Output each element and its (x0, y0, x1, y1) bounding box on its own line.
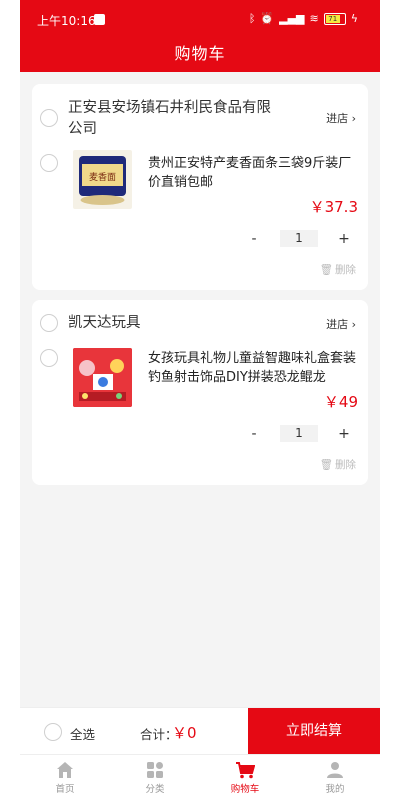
shop-checkbox[interactable] (40, 109, 58, 127)
delete-button[interactable]: 🗑 删除 (320, 457, 356, 472)
cart-icon (236, 762, 255, 779)
product-checkbox[interactable] (40, 349, 58, 367)
delete-label: 删除 (335, 264, 356, 276)
product-image-text: 麦香面 (89, 171, 116, 183)
product-price: ￥49 (323, 393, 358, 411)
decrease-button[interactable]: - (244, 231, 264, 247)
tab-bar: 首页 分类 购物车 我的 (20, 754, 380, 800)
shop-card: 正安县安场镇石井利民食品有限公司 进店 › 麦香面 贵州正安特产麦香面条三袋9斤… (32, 84, 368, 290)
charging-icon: ϟ (350, 12, 358, 25)
signal-icon: ▂▄▆ (279, 12, 305, 25)
product-price: ￥37.3 (309, 198, 358, 216)
tab-label: 我的 (325, 784, 345, 795)
enter-shop-label: 进店 (326, 112, 349, 125)
shop-card: 凯天达玩具 进店 › 女孩玩具礼物儿童益智趣味礼盒套装钓鱼射击饰品DIY拼装恐龙… (32, 300, 368, 485)
enter-shop-link[interactable]: 进店 › (326, 110, 356, 126)
increase-button[interactable]: + (334, 231, 354, 247)
quantity-input[interactable]: 1 (280, 425, 318, 442)
quantity-stepper: - 1 + (244, 425, 354, 442)
battery-icon: 71 (323, 12, 346, 25)
product-image[interactable]: 麦香面 (73, 150, 132, 209)
product-name[interactable]: 女孩玩具礼物儿童益智趣味礼盒套装钓鱼射击饰品DIY拼装恐龙鲲龙 (148, 349, 368, 387)
trash-icon: 🗑 (319, 264, 333, 276)
app-screen: 上午10:16 ᛒ ⏰ ▂▄▆ ≋ 71 ϟ 购物车 正安县安场镇石井利民食品有… (20, 0, 380, 800)
chevron-right-icon: › (351, 112, 356, 125)
bluetooth-icon: ᛒ (248, 12, 256, 25)
enter-shop-label: 进店 (326, 318, 349, 331)
shop-name: 凯天达玩具 (68, 315, 141, 331)
tab-label: 分类 (145, 784, 165, 795)
status-time: 上午10:16 (37, 14, 96, 28)
grid-icon (147, 762, 163, 778)
product-name[interactable]: 贵州正安特产麦香面条三袋9斤装厂价直销包邮 (148, 154, 360, 192)
total-value: ￥0 (172, 724, 197, 742)
shop-name: 正安县安场镇石井利民食品有限公司 (68, 100, 271, 137)
shop-checkbox[interactable] (40, 314, 58, 332)
trash-icon: 🗑 (319, 459, 333, 471)
page-title: 购物车 (174, 44, 226, 63)
status-bar: 上午10:16 ᛒ ⏰ ▂▄▆ ≋ 71 ϟ (20, 12, 380, 30)
chevron-right-icon: › (351, 318, 356, 331)
quantity-input[interactable]: 1 (280, 230, 318, 247)
status-icons: ᛒ ⏰ ▂▄▆ ≋ 71 ϟ (249, 12, 358, 25)
tab-profile[interactable]: 我的 (305, 761, 365, 795)
tab-home[interactable]: 首页 (35, 761, 95, 795)
quantity-stepper: - 1 + (244, 230, 354, 247)
alarm-icon: ⏰ (260, 12, 275, 25)
product-image[interactable] (73, 348, 132, 407)
select-all-label[interactable]: 全选 (70, 724, 95, 743)
battery-level: 71 (325, 14, 340, 23)
checkout-button[interactable]: 立即结算 (248, 708, 380, 754)
tab-cart[interactable]: 购物车 (215, 761, 275, 795)
enter-shop-link[interactable]: 进店 › (326, 316, 356, 332)
tab-category[interactable]: 分类 (125, 761, 185, 795)
tab-label: 首页 (55, 784, 75, 795)
delete-button[interactable]: 🗑 删除 (320, 262, 356, 277)
select-all-checkbox[interactable] (44, 723, 62, 741)
wifi-icon: ≋ (309, 12, 319, 25)
notification-icon (94, 14, 105, 25)
home-icon (57, 762, 73, 778)
increase-button[interactable]: + (334, 426, 354, 442)
user-icon (327, 762, 343, 778)
decrease-button[interactable]: - (244, 426, 264, 442)
checkout-bar: 全选 合计： ￥0 立即结算 (20, 707, 380, 754)
tab-label: 购物车 (230, 784, 260, 795)
product-checkbox[interactable] (40, 154, 58, 172)
header: 上午10:16 ᛒ ⏰ ▂▄▆ ≋ 71 ϟ 购物车 (20, 0, 380, 72)
delete-label: 删除 (335, 459, 356, 471)
